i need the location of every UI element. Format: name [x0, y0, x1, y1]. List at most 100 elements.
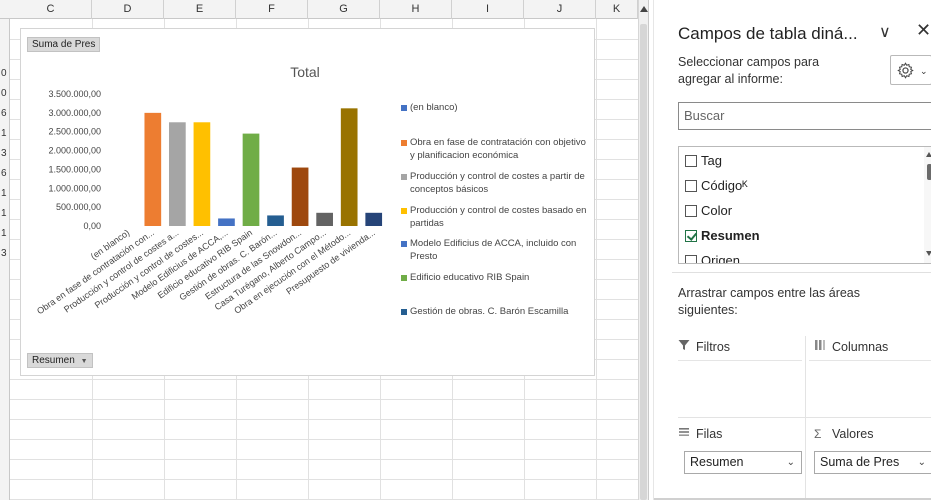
- scroll-down-icon[interactable]: [926, 251, 931, 256]
- legend-swatch: [401, 275, 407, 281]
- y-tick-label: 500.000,00: [56, 202, 101, 212]
- field-item[interactable]: Color: [685, 201, 732, 221]
- legend-label: Producción y control de costes basado en…: [410, 205, 587, 229]
- pivot-chart[interactable]: Suma de Pres Total 3.500.000,00 3.000.000,…: [20, 28, 595, 376]
- row-field-dropdown-icon: ▼: [80, 358, 88, 365]
- legend-swatch: [401, 208, 407, 214]
- column-header[interactable]: J: [524, 0, 596, 19]
- values-field-value: Suma de Pres: [820, 455, 900, 469]
- rows-label: Filas: [696, 427, 723, 441]
- y-tick-label: 1.500.000,00: [48, 164, 101, 174]
- column-headers: CDEFGHIJK: [0, 0, 648, 19]
- settings-dropdown-icon: ⌄: [920, 66, 928, 76]
- legend-swatch: [401, 140, 407, 146]
- grid-line: [10, 459, 638, 460]
- rows-field-dropdown[interactable]: Resumen ⌄: [684, 451, 802, 474]
- legend-item: (en blanco): [401, 102, 591, 115]
- scroll-thumb[interactable]: [927, 164, 931, 180]
- field-item[interactable]: Códigoᴷ: [685, 176, 748, 196]
- field-checkbox[interactable]: [685, 205, 697, 217]
- columns-label: Columnas: [832, 340, 889, 354]
- scroll-up-icon[interactable]: [640, 6, 648, 12]
- field-item[interactable]: Origen: [685, 251, 740, 263]
- spreadsheet-area[interactable]: CDEFGHIJK 0061361113 Suma de Pres Total 3…: [0, 0, 648, 500]
- row-header[interactable]: 1: [0, 128, 10, 139]
- column-header[interactable]: D: [92, 0, 164, 19]
- column-header[interactable]: H: [380, 0, 452, 19]
- column-header[interactable]: C: [10, 0, 92, 19]
- field-item[interactable]: Resumen: [685, 226, 760, 246]
- row-header[interactable]: 0: [0, 88, 10, 99]
- field-list[interactable]: Tag Códigoᴷ Color Resumen Origen: [678, 146, 931, 264]
- column-header[interactable]: E: [164, 0, 236, 19]
- sigma-icon: Σ: [814, 427, 822, 441]
- columns-drop-area[interactable]: [809, 360, 931, 412]
- field-checkbox[interactable]: [685, 255, 697, 263]
- row-header[interactable]: 3: [0, 148, 10, 159]
- chart-bar: [169, 122, 186, 226]
- chart-bar: [193, 122, 211, 226]
- field-search-input[interactable]: Buscar: [678, 102, 931, 130]
- pane-options-chevron-icon[interactable]: ∨: [879, 22, 891, 42]
- grid-line: [10, 399, 638, 400]
- values-area-header: Σ Valores: [814, 425, 873, 443]
- row-header[interactable]: 6: [0, 168, 10, 179]
- chevron-down-icon: ⌄: [786, 457, 795, 468]
- filters-area-header: Filtros: [678, 338, 730, 356]
- row-header[interactable]: 6: [0, 108, 10, 119]
- field-checkbox[interactable]: [685, 155, 697, 167]
- field-label: Tag: [701, 153, 722, 168]
- field-checkbox[interactable]: [685, 230, 697, 242]
- sheet-vertical-scrollbar[interactable]: [638, 0, 648, 500]
- chart-bar: [340, 108, 358, 226]
- chart-bar: [365, 212, 383, 226]
- close-icon[interactable]: ✕: [916, 20, 931, 41]
- legend-item: Obra en fase de contratación con objetiv…: [401, 137, 591, 162]
- grid-line: [10, 479, 638, 480]
- legend-label: Gestión de obras. C. Barón Escamilla: [410, 306, 569, 317]
- divider: [672, 272, 931, 273]
- legend-label: Edificio educativo RIB Spain: [410, 272, 530, 283]
- columns-area-header: Columnas: [814, 338, 888, 356]
- grid-line: [10, 439, 638, 440]
- legend-item: Edificio educativo RIB Spain: [401, 272, 591, 285]
- chart-title: Total: [290, 64, 320, 80]
- y-tick-label: 0,00: [83, 221, 101, 231]
- row-header[interactable]: 1: [0, 228, 10, 239]
- row-header[interactable]: 3: [0, 248, 10, 259]
- scroll-thumb[interactable]: [640, 24, 647, 500]
- field-item[interactable]: Tag: [685, 151, 722, 171]
- values-field-dropdown[interactable]: Suma de Pres ⌄: [814, 451, 931, 474]
- column-header[interactable]: K: [596, 0, 638, 19]
- y-tick-label: 3.500.000,00: [48, 89, 101, 99]
- chart-bar: [144, 112, 162, 226]
- values-label: Valores: [832, 427, 874, 441]
- row-header[interactable]: 0: [0, 68, 10, 79]
- pivot-field-pane: Campos de tabla diná... ∨ ✕ Seleccionar …: [648, 0, 931, 500]
- y-tick-label: 3.000.000,00: [48, 108, 101, 118]
- row-header[interactable]: 1: [0, 208, 10, 219]
- rows-icon: [678, 425, 690, 443]
- field-checkbox[interactable]: [685, 180, 697, 192]
- column-header[interactable]: I: [452, 0, 524, 19]
- scroll-up-icon[interactable]: [926, 152, 931, 157]
- filters-label: Filtros: [696, 340, 731, 354]
- filters-drop-area[interactable]: [678, 360, 802, 412]
- settings-button[interactable]: ⌄: [890, 55, 931, 85]
- row-field-label: Resumen: [32, 355, 75, 366]
- legend-label: Producción y control de costes a partir …: [410, 171, 585, 195]
- column-header[interactable]: F: [236, 0, 308, 19]
- y-tick-label: 2.000.000,00: [48, 146, 101, 156]
- legend-label: Obra en fase de contratación con objetiv…: [410, 137, 586, 161]
- row-field-button[interactable]: Resumen ▼: [27, 353, 93, 368]
- rows-area-header: Filas: [678, 425, 722, 443]
- grid-line: [10, 419, 638, 420]
- row-header[interactable]: 1: [0, 188, 10, 199]
- chart-bar: [218, 218, 235, 226]
- field-list-scrollbar[interactable]: [924, 147, 931, 263]
- search-placeholder: Buscar: [684, 108, 725, 123]
- legend-swatch: [401, 105, 407, 111]
- legend-label: (en blanco): [410, 102, 458, 113]
- y-tick-label: 1.000.000,00: [48, 183, 101, 193]
- column-header[interactable]: G: [308, 0, 380, 19]
